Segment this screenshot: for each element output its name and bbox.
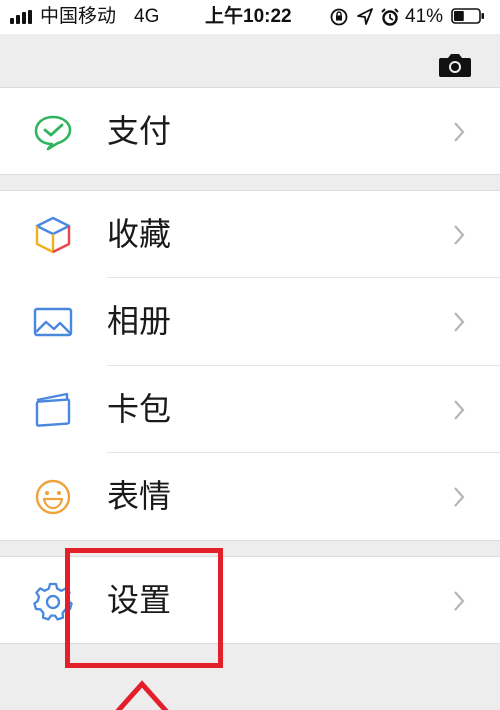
menu-item-stickers[interactable]: 表情 (0, 453, 500, 539)
chevron-right-icon (454, 487, 465, 507)
signal-icon (10, 10, 36, 24)
chevron-right-icon (454, 400, 465, 420)
battery-percent: 41% (405, 6, 444, 27)
carrier-name: 中国移动 (40, 6, 117, 27)
chevron-right-icon (454, 225, 465, 245)
chevron-right-icon (454, 312, 465, 332)
menu-item-label: 收藏 (107, 216, 172, 252)
status-time: 上午10:22 (205, 6, 292, 27)
wechat-pay-icon (34, 115, 72, 151)
menu-item-favorites[interactable]: 收藏 (0, 191, 500, 277)
emoji-smiley-icon (35, 479, 71, 515)
header-bar (0, 34, 500, 77)
menu-item-pay[interactable]: 支付 (0, 88, 500, 174)
favorites-cube-icon (35, 216, 71, 254)
menu-group-main: 收藏 相册 卡包 表情 (0, 191, 500, 540)
annotation-arrow-icon (115, 680, 169, 710)
network-type: 4G (134, 6, 160, 27)
album-image-icon (33, 307, 73, 337)
camera-icon[interactable] (438, 52, 472, 78)
battery-icon (451, 8, 484, 24)
section-border (0, 540, 500, 541)
section-border (0, 174, 500, 175)
card-wallet-icon (35, 392, 71, 427)
status-bar: 中国移动 4G 上午10:22 41% (0, 0, 500, 34)
orientation-lock-icon (330, 8, 348, 26)
menu-item-cards[interactable]: 卡包 (0, 366, 500, 452)
menu-item-label: 相册 (107, 303, 172, 339)
alarm-icon (381, 8, 399, 26)
menu-item-album[interactable]: 相册 (0, 278, 500, 364)
menu-group-pay: 支付 (0, 88, 500, 174)
menu-item-label: 卡包 (107, 391, 172, 427)
menu-item-label: 表情 (107, 478, 172, 514)
annotation-highlight-box (65, 548, 223, 668)
chevron-right-icon (454, 122, 465, 142)
menu-item-label: 支付 (107, 113, 172, 149)
location-icon (357, 8, 373, 25)
chevron-right-icon (454, 591, 465, 611)
